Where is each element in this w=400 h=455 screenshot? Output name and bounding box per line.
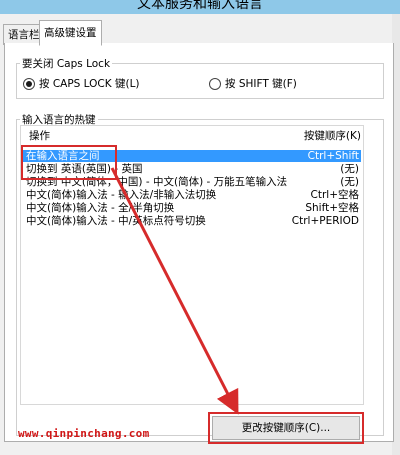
watermark: www.qinpinchang.com bbox=[18, 427, 150, 440]
tab-advanced-key-settings[interactable]: 高级键设置 bbox=[39, 20, 102, 46]
annotation-arrow-icon bbox=[110, 167, 239, 415]
